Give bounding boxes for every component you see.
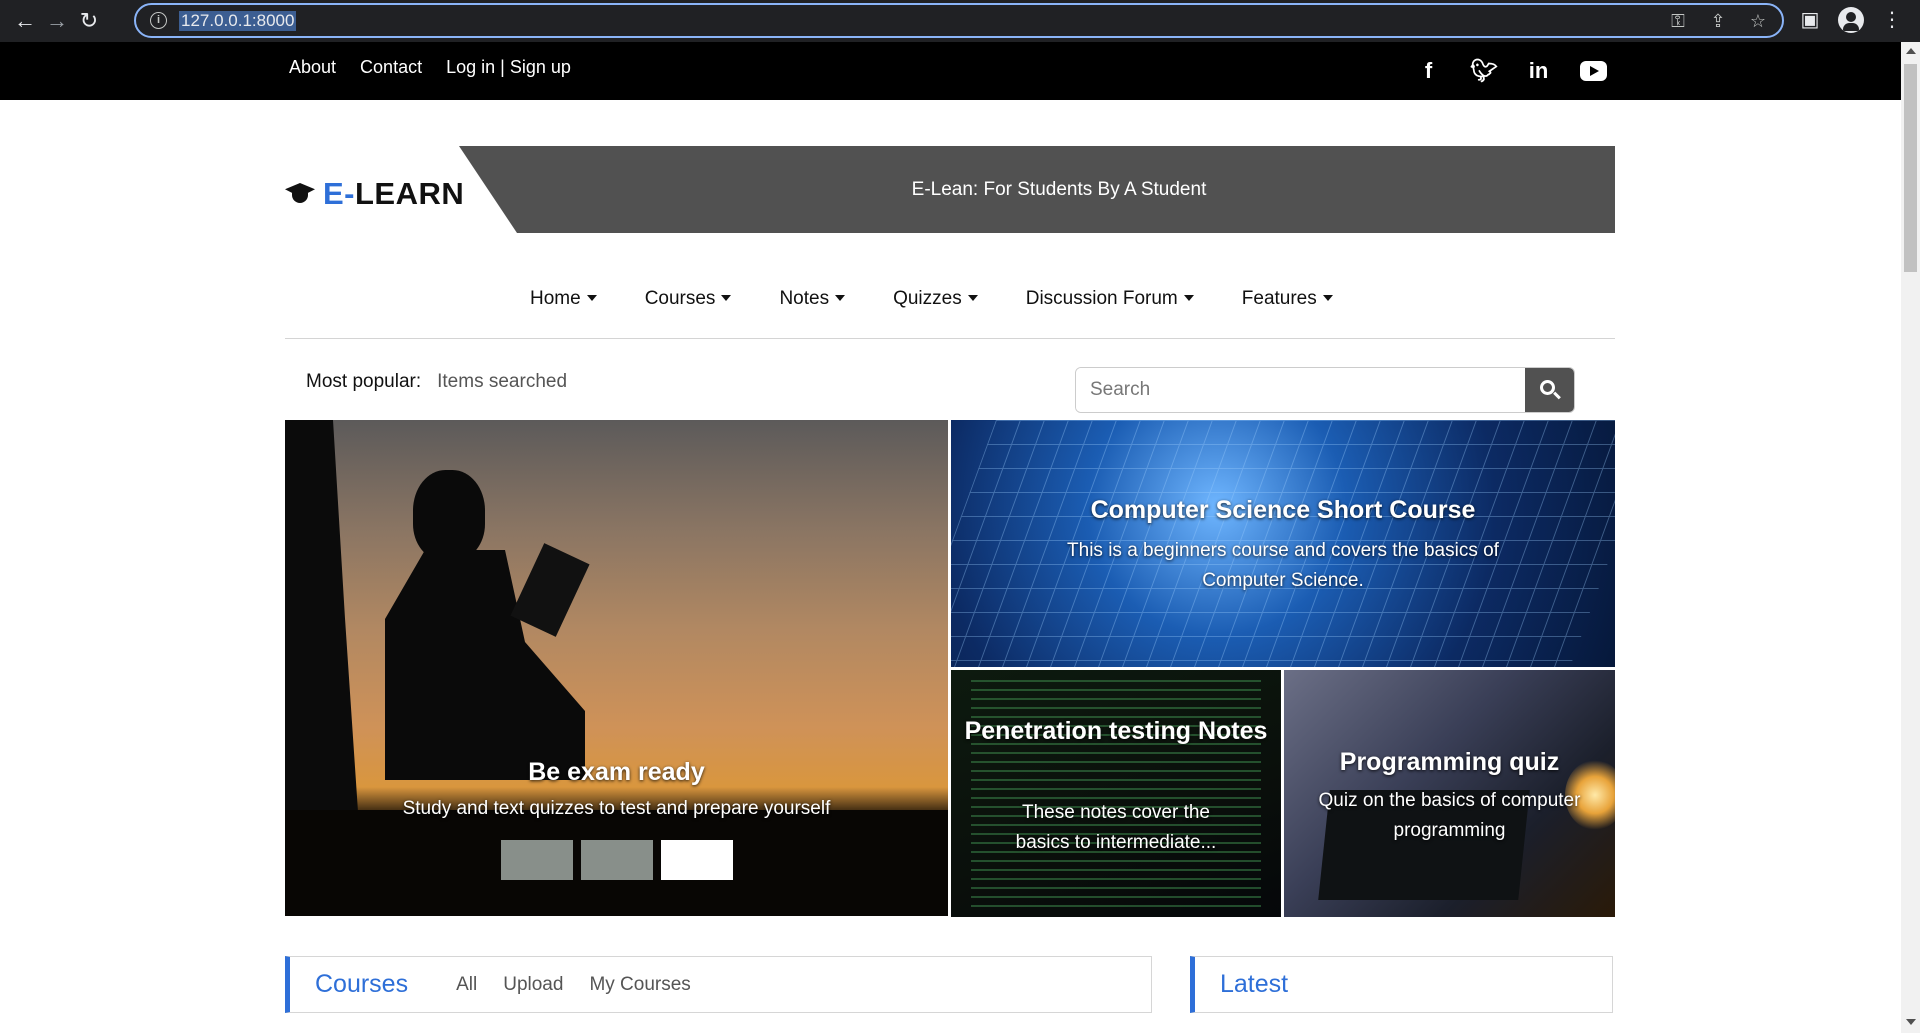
page-viewport: About Contact Log in | Sign up f 🐦︎ in E… [0, 42, 1920, 1033]
card-title: Computer Science Short Course [1090, 496, 1476, 524]
most-popular: Most popular: Items searched [306, 371, 567, 393]
courses-panel: Courses All Upload My Courses [285, 956, 1152, 1013]
nav-home[interactable]: Home [530, 288, 597, 310]
about-link[interactable]: About [289, 57, 336, 78]
card-description: Quiz on the basics of computer programmi… [1318, 790, 1581, 841]
most-popular-label: Most popular: [306, 371, 422, 392]
nav-discussion-forum[interactable]: Discussion Forum [1026, 288, 1194, 310]
twitter-icon[interactable]: 🐦︎ [1470, 57, 1498, 84]
logo-text: E-LEARN [323, 176, 465, 211]
reading-child-silhouette [385, 470, 655, 780]
carousel-indicator[interactable] [581, 840, 653, 880]
share-icon[interactable]: ⇪ [1706, 9, 1730, 33]
page-scrollbar[interactable] [1901, 42, 1920, 1033]
courses-panel-title: Courses [315, 970, 409, 998]
bookmark-star-icon[interactable]: ☆ [1746, 9, 1770, 33]
scroll-up-arrow-icon[interactable] [1906, 48, 1916, 54]
caret-down-icon [835, 295, 846, 301]
side-panel-icon[interactable]: ▣ [1796, 6, 1824, 34]
card-title: Programming quiz [1339, 748, 1560, 776]
linkedin-icon[interactable]: in [1525, 57, 1552, 84]
scroll-thumb[interactable] [1904, 64, 1917, 272]
caret-down-icon [967, 295, 978, 301]
card-description: These notes cover the basics to intermed… [1015, 802, 1217, 853]
facebook-icon[interactable]: f [1415, 57, 1442, 84]
caret-down-icon [586, 295, 597, 301]
nav-divider [285, 338, 1615, 339]
caret-down-icon [1183, 295, 1194, 301]
search-button[interactable] [1525, 368, 1574, 412]
scroll-down-arrow-icon[interactable] [1906, 1019, 1916, 1025]
forward-arrow-icon[interactable]: → [42, 6, 72, 36]
contact-link[interactable]: Contact [360, 57, 422, 78]
address-bar[interactable]: i 127.0.0.1:8000 ⚿ ⇪ ☆ [134, 3, 1784, 38]
card-penetration-testing-notes[interactable]: Penetration testing Notes These notes co… [951, 670, 1281, 917]
nav-courses[interactable]: Courses [645, 288, 732, 310]
site-logo[interactable]: E-LEARN [285, 176, 464, 212]
carousel-indicators [501, 840, 733, 880]
hero-description: Study and text quizzes to test and prepa… [402, 798, 831, 819]
login-signup-link[interactable]: Log in | Sign up [446, 57, 571, 78]
card-title: Penetration testing Notes [964, 717, 1268, 745]
graduation-cap-icon [285, 179, 315, 209]
youtube-icon[interactable] [1580, 61, 1607, 81]
top-bar: About Contact Log in | Sign up f 🐦︎ in [0, 42, 1901, 100]
nav-features[interactable]: Features [1242, 288, 1333, 310]
tab-all[interactable]: All [456, 974, 477, 996]
browser-toolbar: ← → ↻ i 127.0.0.1:8000 ⚿ ⇪ ☆ ▣ ⋮ [0, 0, 1920, 42]
card-description: This is a beginners course and covers th… [1067, 540, 1499, 591]
key-icon[interactable]: ⚿ [1666, 9, 1690, 33]
most-popular-items[interactable]: Items searched [437, 371, 567, 393]
profile-avatar-icon[interactable] [1838, 7, 1864, 33]
site-info-icon[interactable]: i [150, 12, 167, 29]
url-text[interactable]: 127.0.0.1:8000 [179, 11, 297, 31]
hero-title: Be exam ready [528, 758, 705, 786]
latest-panel: Latest [1190, 956, 1613, 1013]
back-arrow-icon[interactable]: ← [10, 6, 40, 36]
card-programming-quiz[interactable]: Programming quiz Quiz on the basics of c… [1284, 670, 1615, 917]
latest-panel-title: Latest [1220, 970, 1289, 998]
reload-icon[interactable]: ↻ [74, 6, 104, 36]
caret-down-icon [1322, 295, 1333, 301]
carousel-indicator-active[interactable] [661, 840, 733, 880]
card-cs-short-course[interactable]: Computer Science Short Course This is a … [951, 420, 1615, 667]
tab-upload[interactable]: Upload [503, 974, 563, 996]
header-tagline: E-Lean: For Students By A Student [911, 178, 1207, 200]
menu-kebab-icon[interactable]: ⋮ [1878, 6, 1906, 34]
carousel-indicator[interactable] [501, 840, 573, 880]
caret-down-icon [721, 295, 732, 301]
main-nav: Home Courses Notes Quizzes Discussion Fo… [530, 288, 1381, 310]
nav-quizzes[interactable]: Quizzes [893, 288, 978, 310]
tab-my-courses[interactable]: My Courses [589, 974, 690, 996]
nav-notes[interactable]: Notes [779, 288, 846, 310]
search-input[interactable] [1076, 368, 1525, 412]
search-bar [1075, 367, 1575, 413]
hero-exam-ready[interactable]: Be exam ready Study and text quizzes to … [285, 420, 948, 916]
